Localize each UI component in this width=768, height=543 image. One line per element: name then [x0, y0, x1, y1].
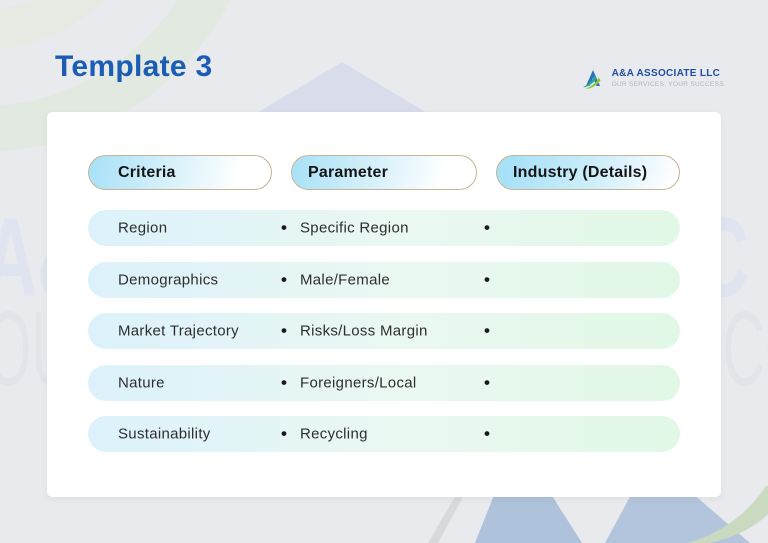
table-row: Sustainability • Recycling •: [88, 416, 680, 452]
row-criteria: Sustainability: [118, 425, 211, 443]
industry-bullet-icon: •: [484, 372, 491, 392]
row-parameter: Specific Region: [300, 219, 409, 237]
row-criteria: Region: [118, 219, 168, 237]
parameter-bullet-icon: •: [281, 218, 288, 237]
industry-bullet-icon: •: [484, 269, 491, 289]
header-parameter-label: Parameter: [308, 163, 389, 181]
page-title: Template 3: [55, 50, 213, 83]
row-parameter: Risks/Loss Margin: [300, 322, 428, 340]
logo-text: A&A ASSOCIATE LLC OUR SERVICES. YOUR SUC…: [612, 68, 726, 88]
row-parameter: Foreigners/Local: [300, 374, 417, 391]
header-criteria-label: Criteria: [118, 163, 176, 181]
row-criteria: Nature: [118, 374, 165, 391]
table-row: Demographics • Male/Female •: [88, 261, 680, 298]
logo-name: A&A ASSOCIATE LLC: [611, 68, 721, 79]
logo-a-icon: [582, 70, 601, 89]
header-pill-parameter: Parameter: [291, 155, 477, 190]
row-parameter: Male/Female: [300, 271, 390, 288]
row-parameter: Recycling: [300, 425, 368, 443]
industry-bullet-icon: •: [484, 218, 491, 237]
parameter-bullet-icon: •: [281, 372, 288, 392]
slide: A&A ASSOCIATE LLC OUR SERVICES. YOUR SUC…: [0, 0, 768, 543]
header-pill-industry: Industry (Details): [496, 155, 680, 190]
content-card: Criteria Parameter Industry (Details) Re…: [47, 112, 721, 497]
logo: A&A ASSOCIATE LLC OUR SERVICES. YOUR SUC…: [580, 66, 726, 90]
logo-tagline: OUR SERVICES. YOUR SUCCESS.: [611, 81, 726, 88]
header-pill-criteria: Criteria: [88, 155, 272, 190]
industry-bullet-icon: •: [484, 424, 491, 443]
header-industry-label: Industry (Details): [513, 163, 648, 181]
parameter-bullet-icon: •: [281, 269, 288, 289]
row-criteria: Demographics: [118, 271, 219, 288]
table-row: Nature • Foreigners/Local •: [88, 364, 680, 401]
table-row: Market Trajectory • Risks/Loss Margin •: [88, 313, 680, 349]
decor-triangle: [250, 62, 434, 117]
table-rows: Region • Specific Region • Demographics …: [88, 210, 680, 468]
parameter-bullet-icon: •: [281, 424, 288, 443]
parameter-bullet-icon: •: [281, 321, 288, 340]
table-row: Region • Specific Region •: [88, 210, 680, 246]
row-criteria: Market Trajectory: [118, 322, 239, 340]
industry-bullet-icon: •: [484, 321, 491, 340]
